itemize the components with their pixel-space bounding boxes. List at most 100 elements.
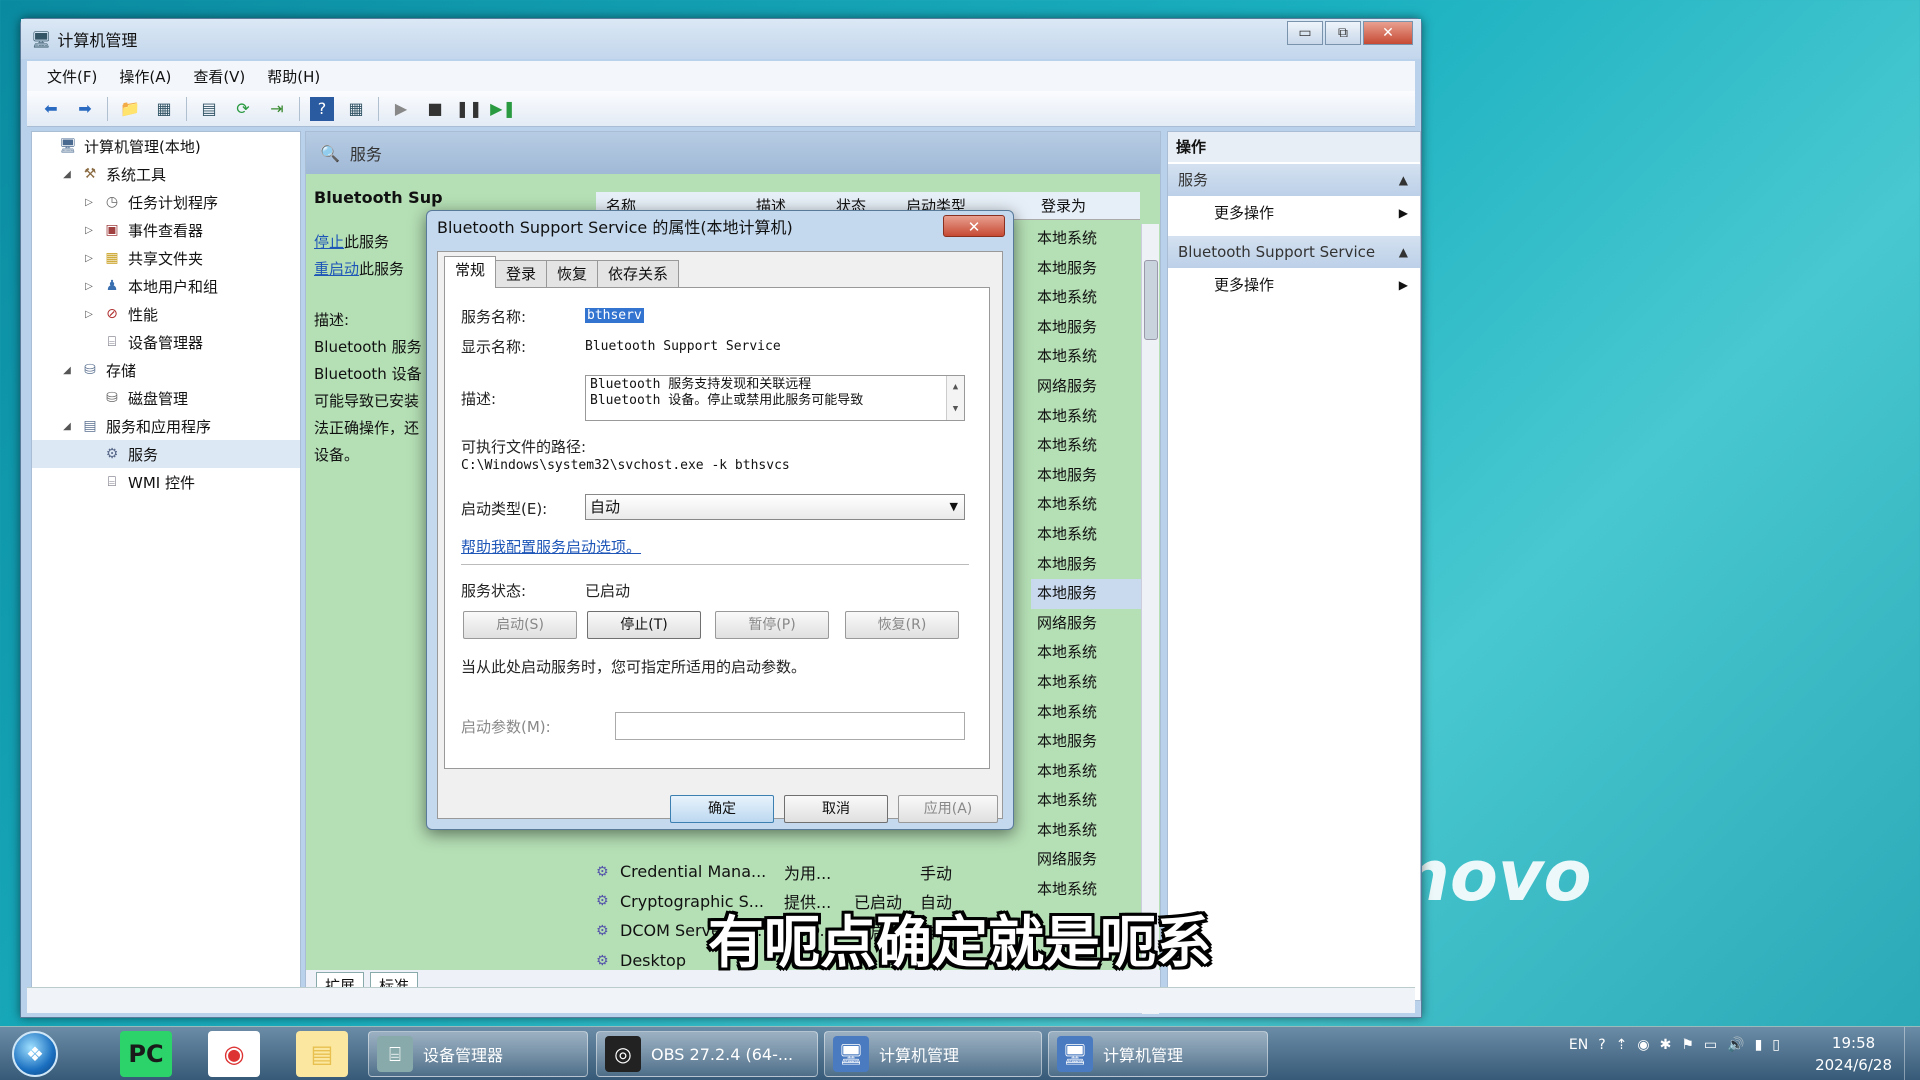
actions-section-services[interactable]: 服务 ▲ <box>1168 164 1420 196</box>
forward-icon[interactable]: ➡ <box>73 97 97 121</box>
logon-as-cell[interactable]: 本地系统 <box>1031 520 1141 550</box>
actions-section-bluetooth[interactable]: Bluetooth Support Service ▲ <box>1168 236 1420 268</box>
tree-item[interactable]: ◢ ⛁ 存储 <box>32 356 300 384</box>
tree-item[interactable]: ▷ ▦ 共享文件夹 <box>32 244 300 272</box>
view-icon[interactable]: ▦ <box>344 97 368 121</box>
services-scrollbar[interactable] <box>1141 224 1159 1014</box>
expander-icon[interactable]: ◢ <box>60 169 74 180</box>
security-icon[interactable]: ◉ <box>1637 1037 1649 1053</box>
table-row[interactable]: ⚙ Credential Mana... 为用... 手动 <box>596 857 1036 887</box>
notification-icon[interactable]: ⇡ <box>1616 1037 1628 1053</box>
logon-as-cell[interactable]: 本地服务 <box>1031 254 1141 284</box>
play-icon[interactable]: ▶ <box>389 97 413 121</box>
expander-icon[interactable]: ▷ <box>82 281 96 292</box>
display-name-value[interactable]: Bluetooth Support Service <box>585 339 781 354</box>
resume-button[interactable]: 恢复(R) <box>845 611 959 639</box>
flag-icon[interactable]: ⚑ <box>1681 1037 1694 1053</box>
logon-as-cell[interactable]: 本地系统 <box>1031 342 1141 372</box>
taskbar-button[interactable]: ⌸ 设备管理器 <box>368 1031 588 1077</box>
show-desktop-button[interactable] <box>1904 1027 1920 1080</box>
menu-view[interactable]: 查看(V) <box>193 66 245 87</box>
menu-help[interactable]: 帮助(H) <box>267 66 320 87</box>
logon-as-cell[interactable]: 本地系统 <box>1031 638 1141 668</box>
taskbar-button[interactable]: 🖥 计算机管理 <box>824 1031 1042 1077</box>
logon-as-cell[interactable]: 本地系统 <box>1031 816 1141 846</box>
stop-icon[interactable]: ■ <box>423 97 447 121</box>
minimize-button[interactable]: ▭ <box>1287 21 1323 45</box>
back-icon[interactable]: ⬅ <box>39 97 63 121</box>
apply-button[interactable]: 应用(A) <box>898 795 998 823</box>
tree-item[interactable]: ⌸ 设备管理器 <box>32 328 300 356</box>
tab-dependencies[interactable]: 依存关系 <box>597 260 680 288</box>
properties-icon[interactable]: ▤ <box>197 97 221 121</box>
column-logon-as[interactable]: 登录为 <box>1031 195 1086 216</box>
network-icon[interactable]: ▮ <box>1755 1037 1763 1053</box>
export-icon[interactable]: ⇥ <box>265 97 289 121</box>
logon-as-cell[interactable]: 本地系统 <box>1031 490 1141 520</box>
tab-logon[interactable]: 登录 <box>495 260 548 288</box>
logon-as-cell[interactable]: 网络服务 <box>1031 372 1141 402</box>
logon-as-cell[interactable]: 本地服务 <box>1031 550 1141 580</box>
dialog-title[interactable]: Bluetooth Support Service 的属性(本地计算机) <box>427 211 1013 245</box>
tree-item[interactable]: ◢ ⚒ 系统工具 <box>32 160 300 188</box>
logon-as-cell[interactable]: 本地系统 <box>1031 668 1141 698</box>
logon-as-cell[interactable]: 本地系统 <box>1031 757 1141 787</box>
description-textbox[interactable]: Bluetooth 服务支持发现和关联远程 Bluetooth 设备。停止或禁用… <box>585 375 965 421</box>
close-button[interactable]: ✕ <box>1363 21 1413 45</box>
stop-service-link[interactable]: 停止 <box>314 233 344 251</box>
startup-help-link[interactable]: 帮助我配置服务启动选项。 <box>461 536 641 557</box>
start-button[interactable]: 启动(S) <box>463 611 577 639</box>
refresh-icon[interactable]: ⟳ <box>231 97 255 121</box>
menu-action[interactable]: 操作(A) <box>119 66 171 87</box>
tree-item[interactable]: ⛁ 磁盘管理 <box>32 384 300 412</box>
logon-as-cell[interactable]: 本地服务 <box>1031 461 1141 491</box>
logon-as-cell[interactable]: 本地系统 <box>1031 786 1141 816</box>
start-parameters-input[interactable] <box>615 712 965 740</box>
stop-button[interactable]: 停止(T) <box>587 611 701 639</box>
volume-icon[interactable]: 🔊 <box>1727 1037 1744 1053</box>
expander-icon[interactable]: ▷ <box>82 309 96 320</box>
logon-as-cell[interactable]: 本地系统 <box>1031 431 1141 461</box>
maximize-button[interactable]: ⧉ <box>1325 21 1361 45</box>
taskbar-button[interactable]: ◎ OBS 27.2.4 (64-... <box>596 1031 818 1077</box>
battery-icon[interactable]: ▯ <box>1772 1037 1780 1053</box>
ok-button[interactable]: 确定 <box>670 795 774 823</box>
help-icon[interactable]: ? <box>1598 1037 1605 1053</box>
logon-as-cell[interactable]: 本地系统 <box>1031 698 1141 728</box>
help-icon[interactable]: ? <box>310 96 334 121</box>
tree-item[interactable]: 🖥 计算机管理(本地) <box>32 132 300 160</box>
explorer-icon[interactable]: ▤ <box>296 1031 348 1077</box>
bluetooth-icon[interactable]: ✱ <box>1660 1037 1672 1053</box>
expander-icon[interactable]: ◢ <box>60 365 74 376</box>
start-button[interactable]: ❖ <box>12 1031 58 1077</box>
taskbar-button[interactable]: 🖥 计算机管理 <box>1048 1031 1268 1077</box>
display-icon[interactable]: ▭ <box>1704 1037 1717 1053</box>
tree-item[interactable]: ⌸ WMI 控件 <box>32 468 300 496</box>
pycharm-icon[interactable]: PC <box>120 1031 172 1077</box>
expander-icon[interactable]: ▷ <box>82 253 96 264</box>
window-titlebar[interactable]: 🖥 计算机管理 <box>21 19 1421 59</box>
show-tree-icon[interactable]: ▦ <box>152 97 176 121</box>
language-indicator[interactable]: EN <box>1569 1037 1588 1053</box>
pause-button[interactable]: 暂停(P) <box>715 611 829 639</box>
cancel-button[interactable]: 取消 <box>784 795 888 823</box>
tree-item[interactable]: ▷ ⊘ 性能 <box>32 300 300 328</box>
expander-icon[interactable]: ◢ <box>60 421 74 432</box>
service-name-value[interactable]: bthserv <box>585 308 644 323</box>
logon-as-cell[interactable]: 本地系统 <box>1031 224 1141 254</box>
tree-item[interactable]: ▷ ▣ 事件查看器 <box>32 216 300 244</box>
logon-as-cell[interactable]: 本地系统 <box>1031 402 1141 432</box>
tree-item[interactable]: ◢ ▤ 服务和应用程序 <box>32 412 300 440</box>
tree-item[interactable]: ▷ ◷ 任务计划程序 <box>32 188 300 216</box>
description-scrollbar[interactable]: ▲ ▼ <box>946 376 964 420</box>
logon-as-cell[interactable]: 网络服务 <box>1031 845 1141 875</box>
logon-as-cell[interactable]: 本地服务 <box>1031 579 1141 609</box>
more-actions-item[interactable]: 更多操作 ▶ <box>1168 196 1420 230</box>
tree-item[interactable]: ▷ ♟ 本地用户和组 <box>32 272 300 300</box>
expander-icon[interactable]: ▷ <box>82 225 96 236</box>
clock[interactable]: 19:58 2024/6/28 <box>1815 1032 1892 1076</box>
menu-file[interactable]: 文件(F) <box>47 66 97 87</box>
logon-as-cell[interactable]: 本地系统 <box>1031 283 1141 313</box>
more-actions-item[interactable]: 更多操作 ▶ <box>1168 268 1420 302</box>
restart-icon[interactable]: ▶❚ <box>490 97 516 121</box>
